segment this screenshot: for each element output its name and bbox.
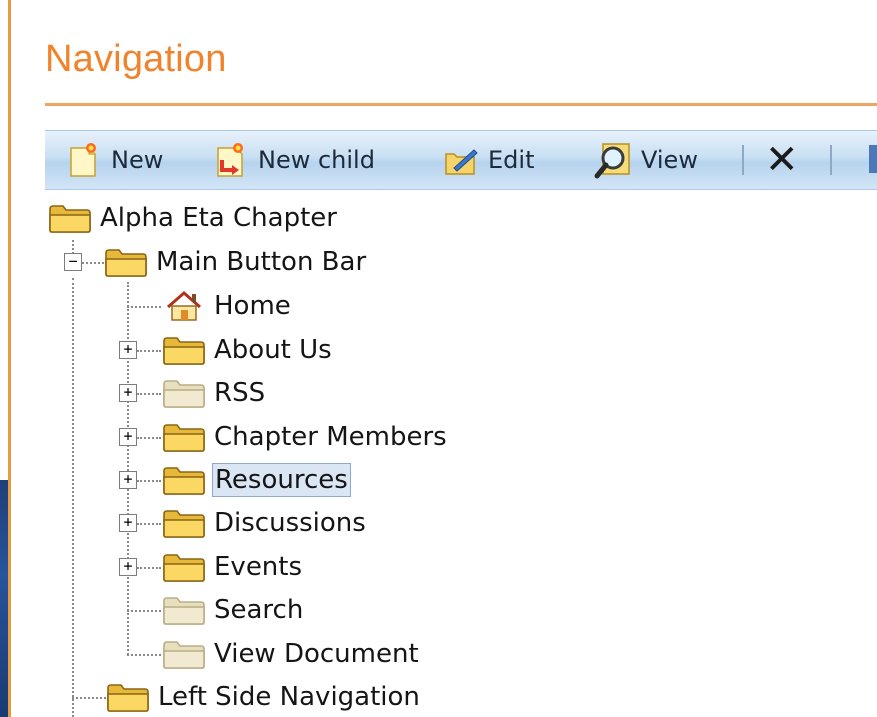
tree-connector <box>127 282 129 655</box>
tree-connector <box>72 697 106 699</box>
tree-node-label: Discussions <box>214 508 366 538</box>
home-icon <box>167 291 201 321</box>
tree-node-resources[interactable]: Resources <box>162 460 351 500</box>
tree-node-root[interactable]: Alpha Eta Chapter <box>48 198 339 238</box>
tree-node-label: Home <box>214 291 291 321</box>
tree-connector <box>72 278 74 717</box>
tree-connector <box>137 350 161 352</box>
tree-node-label: Alpha Eta Chapter <box>100 203 337 233</box>
folder-icon <box>163 554 205 582</box>
expand-toggle[interactable]: + <box>119 471 137 489</box>
tree-node-label: Main Button Bar <box>156 247 367 277</box>
folder-icon <box>163 641 205 669</box>
tree-connector <box>127 610 161 612</box>
folder-icon <box>163 380 205 408</box>
tree-node-label: Events <box>214 552 303 582</box>
expand-toggle[interactable]: + <box>119 384 137 402</box>
tree-node-left-side-navigation[interactable]: Left Side Navigation <box>106 677 422 717</box>
folder-icon <box>163 597 205 625</box>
tree-node-discussions[interactable]: Discussions <box>162 503 368 543</box>
tree-node-view-document[interactable]: View Document <box>162 634 421 674</box>
tree-node-about-us[interactable]: About Us <box>162 330 334 370</box>
tree-connector <box>137 523 161 525</box>
navigation-tree: − + + + + + + Alpha Eta Chapter Main But… <box>0 0 877 717</box>
tree-connector <box>137 480 161 482</box>
tree-node-home[interactable]: Home <box>162 286 293 326</box>
tree-node-rss[interactable]: RSS <box>162 373 267 413</box>
tree-connector <box>137 567 161 569</box>
tree-node-chapter-members[interactable]: Chapter Members <box>162 417 449 457</box>
expand-toggle[interactable]: + <box>119 341 137 359</box>
tree-node-label: View Document <box>214 639 419 669</box>
tree-connector <box>127 654 161 656</box>
tree-connector <box>127 306 161 308</box>
tree-node-label: About Us <box>214 335 332 365</box>
tree-connector <box>82 262 104 264</box>
tree-connector <box>137 393 161 395</box>
folder-icon <box>163 467 205 495</box>
folder-icon <box>107 684 149 712</box>
tree-node-events[interactable]: Events <box>162 547 304 587</box>
folder-icon <box>49 205 91 233</box>
folder-icon <box>163 337 205 365</box>
expand-toggle[interactable]: + <box>119 428 137 446</box>
folder-icon <box>163 424 205 452</box>
tree-connector <box>137 437 161 439</box>
folder-icon <box>105 249 147 277</box>
tree-node-search[interactable]: Search <box>162 590 305 630</box>
tree-node-label: Chapter Members <box>214 422 447 452</box>
tree-node-main-button-bar[interactable]: Main Button Bar <box>104 242 368 282</box>
expand-toggle[interactable]: + <box>119 514 137 532</box>
tree-node-label: RSS <box>214 378 266 408</box>
collapse-toggle[interactable]: − <box>64 253 82 271</box>
expand-toggle[interactable]: + <box>119 558 137 576</box>
folder-icon <box>163 510 205 538</box>
tree-node-label: Left Side Navigation <box>158 682 420 712</box>
tree-node-label: Search <box>214 595 304 625</box>
tree-node-label: Resources <box>212 463 351 497</box>
